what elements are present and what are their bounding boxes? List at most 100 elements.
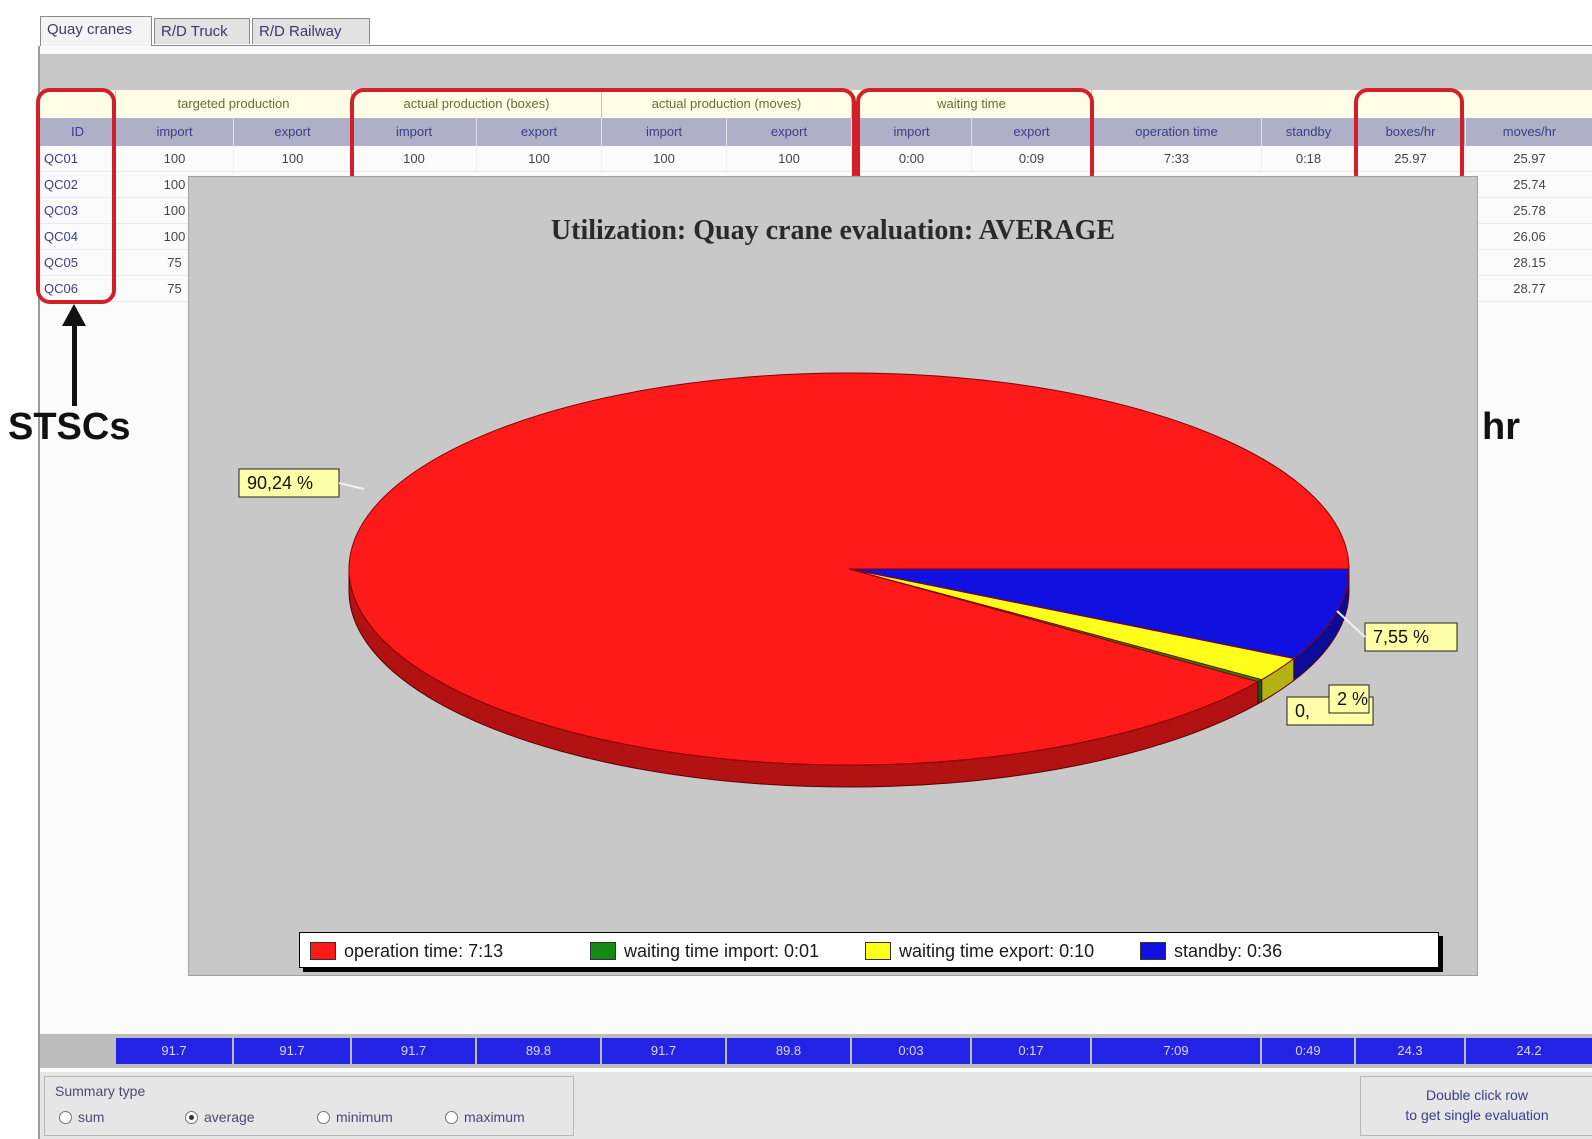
col-header-standby[interactable]: standby (1262, 118, 1356, 146)
stscs-label: STSCs (8, 406, 131, 448)
legend-swatch-red (310, 942, 336, 960)
double-click-hint: Double click row to get single evaluatio… (1360, 1076, 1592, 1136)
legend-item-standby: standby: 0:36 (1140, 939, 1282, 963)
summary-cell: 24.2 (1466, 1038, 1592, 1064)
col-header-target-export[interactable]: export (234, 118, 352, 146)
summary-cell: 0:03 (852, 1038, 972, 1064)
hr-label: hr (1482, 406, 1520, 448)
cell-moves-hr: 26.06 (1466, 224, 1592, 250)
radio-sum[interactable]: sum (59, 1109, 104, 1125)
chart-title: Utilization: Quay crane evaluation: AVER… (550, 215, 1116, 246)
data-label-wait-export: 2 % (1337, 689, 1368, 709)
tab-quay-cranes[interactable]: Quay cranes (40, 16, 152, 46)
radio-maximum[interactable]: maximum (445, 1109, 525, 1125)
summary-cell: 0:49 (1262, 1038, 1356, 1064)
summary-cell: 91.7 (602, 1038, 727, 1064)
label-leader-line (338, 482, 365, 490)
group-header-waiting: waiting time (852, 90, 1092, 118)
cell-moves-hr: 25.74 (1466, 172, 1592, 198)
radio-average-label: average (204, 1109, 255, 1125)
legend-item-operation: operation time: 7:13 (310, 939, 503, 963)
pie-chart-window[interactable]: 90,24 % 7,55 % 0, 2 % Utilization: Quay cra… (188, 176, 1478, 976)
summary-cell: 0:17 (972, 1038, 1092, 1064)
group-header-targeted: targeted production (116, 90, 352, 118)
col-header-moves-export[interactable]: export (727, 118, 852, 146)
summary-bar: 91.7 91.7 91.7 89.8 91.7 89.8 0:03 0:17 … (40, 1034, 1592, 1068)
footer: Summary type sum average minimum maximum… (40, 1072, 1592, 1139)
summary-cell: 24.3 (1356, 1038, 1466, 1064)
col-header-operation-time[interactable]: operation time (1092, 118, 1262, 146)
legend-label: operation time: 7:13 (344, 941, 504, 961)
legend-swatch-yellow (865, 942, 891, 960)
data-label-standby: 7,55 % (1373, 627, 1429, 647)
tab-rd-truck[interactable]: R/D Truck (154, 18, 250, 44)
summary-cell: 91.7 (234, 1038, 352, 1064)
hint-line-1: Double click row (1426, 1087, 1528, 1103)
hint-line-2: to get single evaluation (1405, 1107, 1549, 1123)
col-header-id[interactable]: ID (40, 118, 116, 146)
radio-dot-icon (59, 1111, 72, 1124)
legend-swatch-green (590, 942, 616, 960)
pie-chart: 90,24 % 7,55 % 0, 2 % (238, 372, 1458, 788)
summary-cell: 91.7 (352, 1038, 477, 1064)
cell-wait-import: 0:00 (852, 146, 972, 172)
tab-rd-railway[interactable]: R/D Railway (252, 18, 370, 44)
col-header-boxes-hr[interactable]: boxes/hr (1356, 118, 1466, 146)
cell-id: QC03 (40, 198, 116, 224)
arrow-shaft (72, 320, 77, 406)
summary-cell: 91.7 (116, 1038, 234, 1064)
cell-id: QC05 (40, 250, 116, 276)
summary-cell: 7:09 (1092, 1038, 1262, 1064)
radio-dot-icon (445, 1111, 458, 1124)
cell-moves-export: 100 (727, 146, 852, 172)
col-header-moves-import[interactable]: import (602, 118, 727, 146)
radio-sum-label: sum (78, 1109, 105, 1125)
cell-wait-export: 0:09 (972, 146, 1092, 172)
radio-dot-selected-icon (185, 1111, 198, 1124)
cell-moves-hr: 28.77 (1466, 276, 1592, 302)
group-header-actual-moves: actual production (moves) (602, 90, 852, 118)
legend-item-wait-export: waiting time export: 0:10 (865, 939, 1094, 963)
tab-strip: Quay cranes R/D Truck R/D Railway (40, 16, 1592, 46)
pie-side-wall (1257, 678, 1263, 705)
legend-label: waiting time export: 0:10 (899, 941, 1095, 961)
radio-minimum[interactable]: minimum (317, 1109, 393, 1125)
summary-cell: 89.8 (727, 1038, 852, 1064)
table-row[interactable]: QC01 100 100 100 100 100 100 0:00 0:09 7… (40, 146, 1592, 172)
data-label-operation: 90,24 % (247, 473, 313, 493)
col-header-wait-export[interactable]: export (972, 118, 1092, 146)
chart-legend: operation time: 7:13 waiting time import… (299, 932, 1439, 968)
pie-slice-operation-time[interactable] (348, 372, 1350, 766)
radio-minimum-label: minimum (336, 1109, 393, 1125)
cell-id: QC01 (40, 146, 116, 172)
col-header-target-import[interactable]: import (116, 118, 234, 146)
cell-standby: 0:18 (1262, 146, 1356, 172)
summary-cell: 89.8 (477, 1038, 602, 1064)
toolbar-band (40, 54, 1592, 90)
cell-id: QC04 (40, 224, 116, 250)
cell-moves-import: 100 (602, 146, 727, 172)
legend-item-wait-import: waiting time import: 0:01 (590, 939, 819, 963)
summary-type-group: Summary type sum average minimum maximum (44, 1076, 574, 1136)
cell-operation-time: 7:33 (1092, 146, 1262, 172)
group-header-rates (1092, 90, 1592, 118)
col-header-boxes-export[interactable]: export (477, 118, 602, 146)
radio-average[interactable]: average (185, 1109, 255, 1125)
col-header-moves-hr[interactable]: moves/hr (1466, 118, 1592, 146)
cell-id: QC02 (40, 172, 116, 198)
cell-target-import: 100 (116, 146, 234, 172)
pie-plot (348, 372, 1350, 788)
cell-boxes-hr: 25.97 (1356, 146, 1466, 172)
cell-moves-hr: 25.78 (1466, 198, 1592, 224)
legend-label: standby: 0:36 (1174, 941, 1283, 961)
group-header-id (40, 90, 116, 118)
cell-id: QC06 (40, 276, 116, 302)
legend-label: waiting time import: 0:01 (624, 941, 820, 961)
col-header-wait-import[interactable]: import (852, 118, 972, 146)
data-label-wait-import: 0, (1295, 701, 1310, 721)
cell-moves-hr: 28.15 (1466, 250, 1592, 276)
legend-swatch-blue (1140, 942, 1166, 960)
col-header-boxes-import[interactable]: import (352, 118, 477, 146)
cell-boxes-import: 100 (352, 146, 477, 172)
cell-moves-hr: 25.97 (1466, 146, 1592, 172)
